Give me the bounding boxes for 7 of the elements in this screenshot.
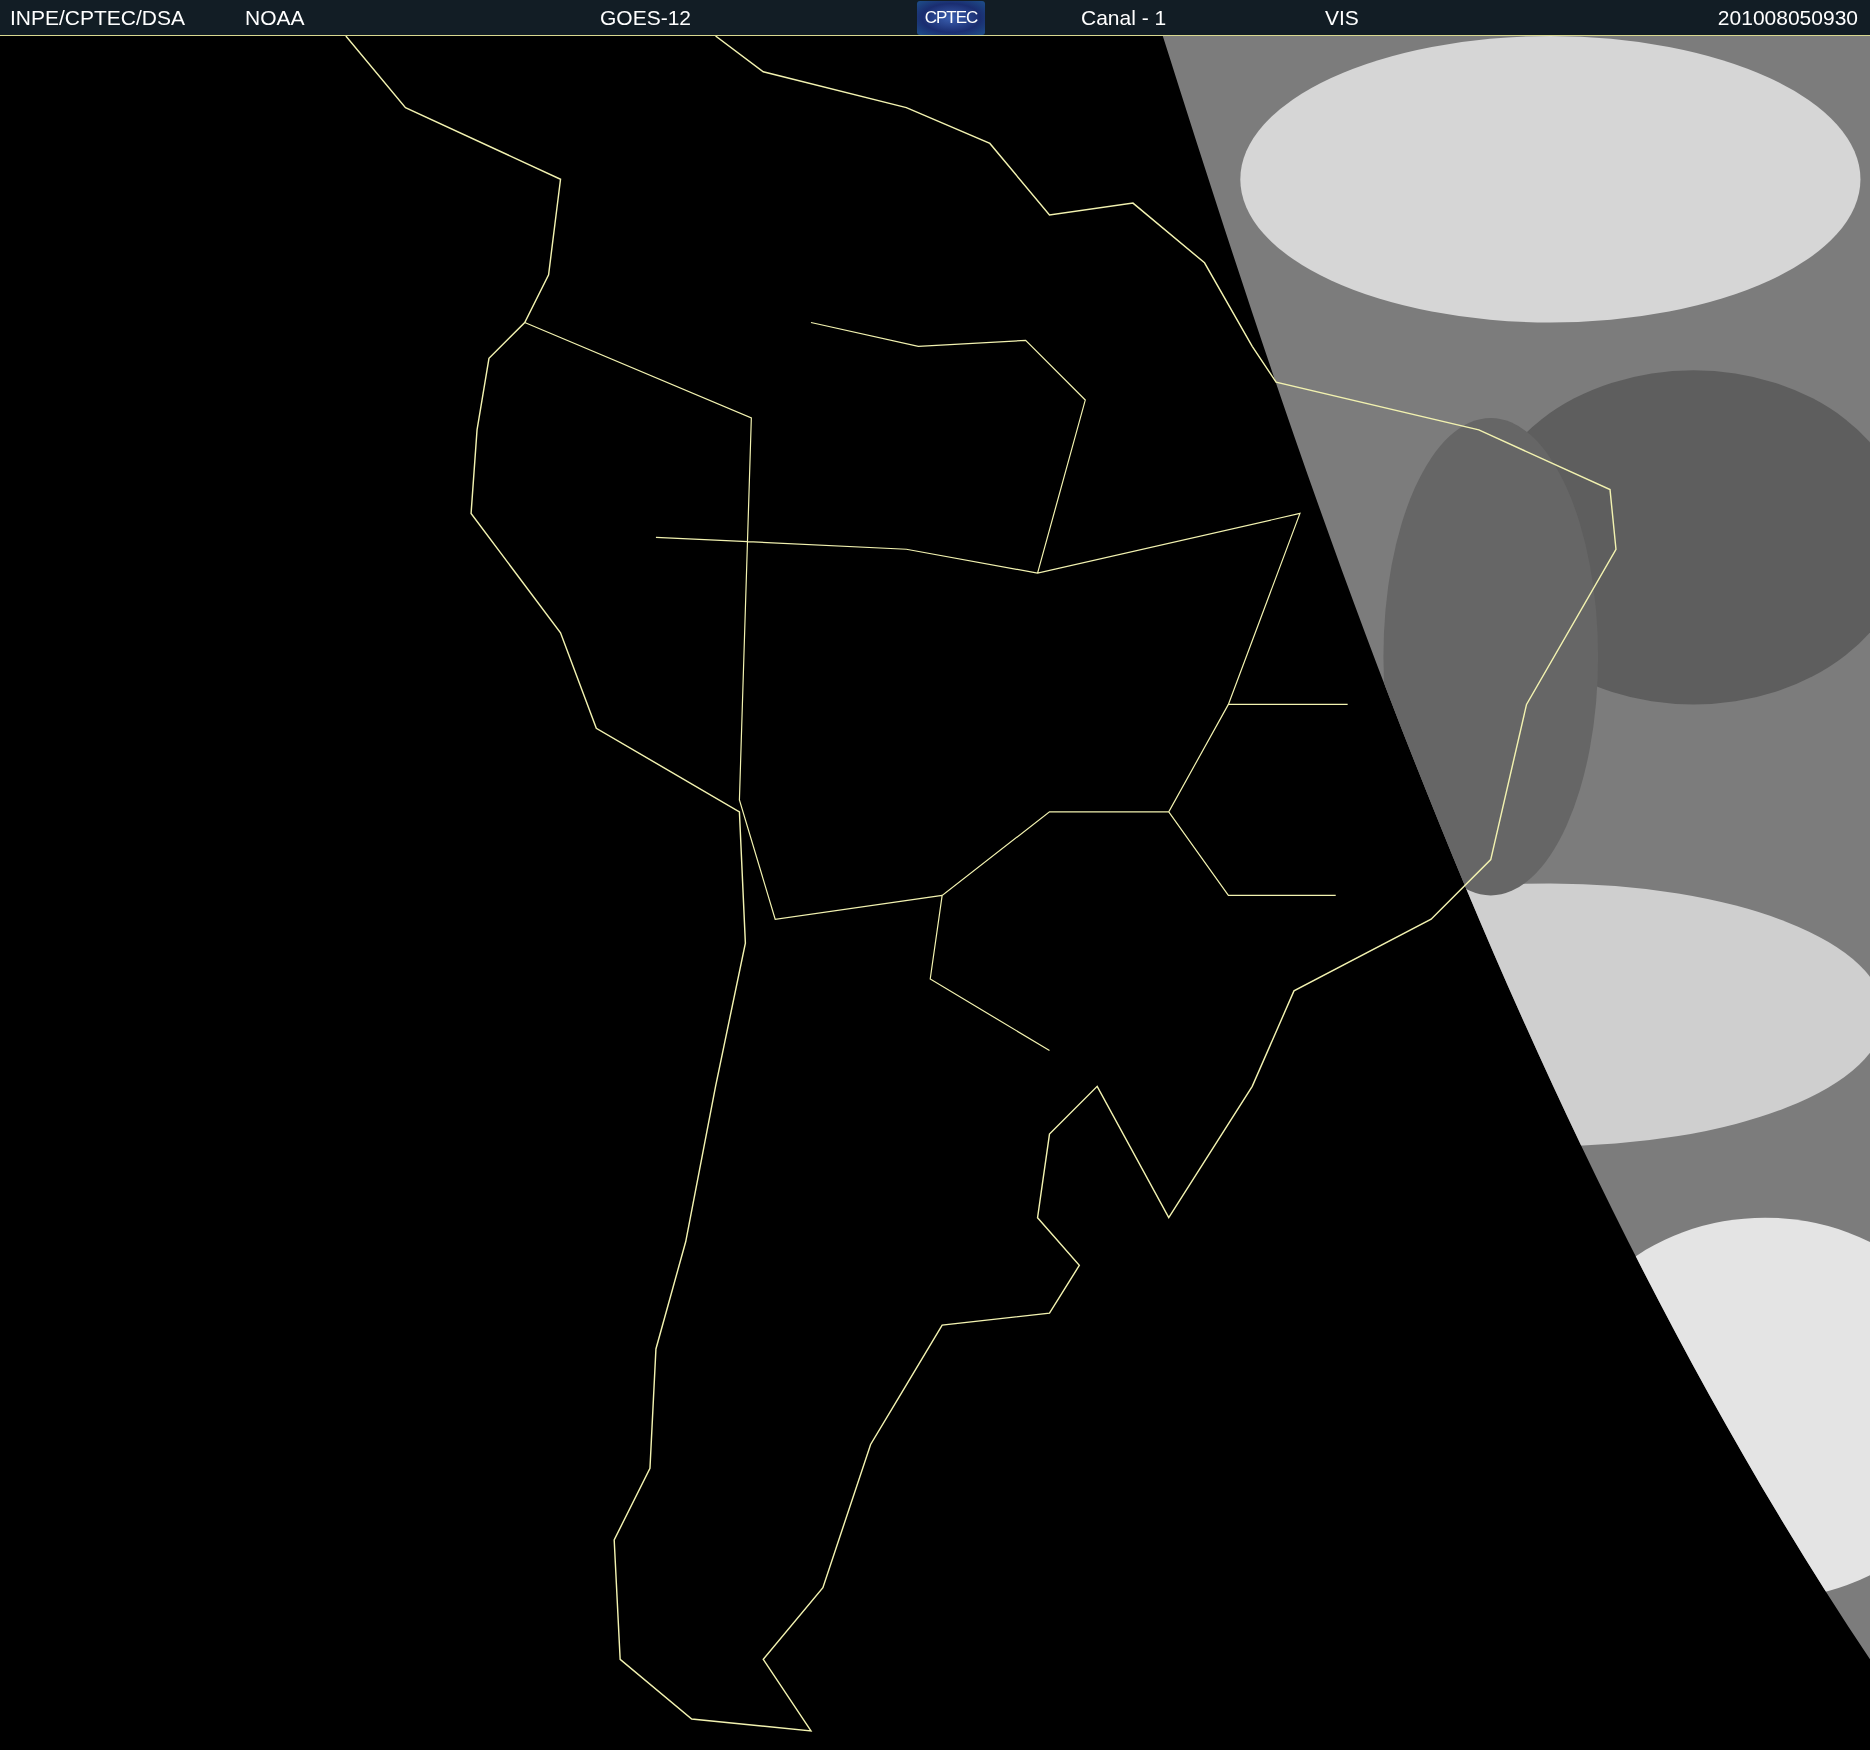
logo: CPTEC <box>917 0 985 35</box>
agency-label: NOAA <box>245 5 305 30</box>
source-label: INPE/CPTEC/DSA <box>10 5 186 30</box>
satellite-label: GOES-12 <box>600 5 692 30</box>
band-label: VIS <box>1325 5 1359 30</box>
timestamp-label: 201008050930 <box>1717 5 1858 30</box>
channel-label: Canal - 1 <box>1081 5 1167 30</box>
